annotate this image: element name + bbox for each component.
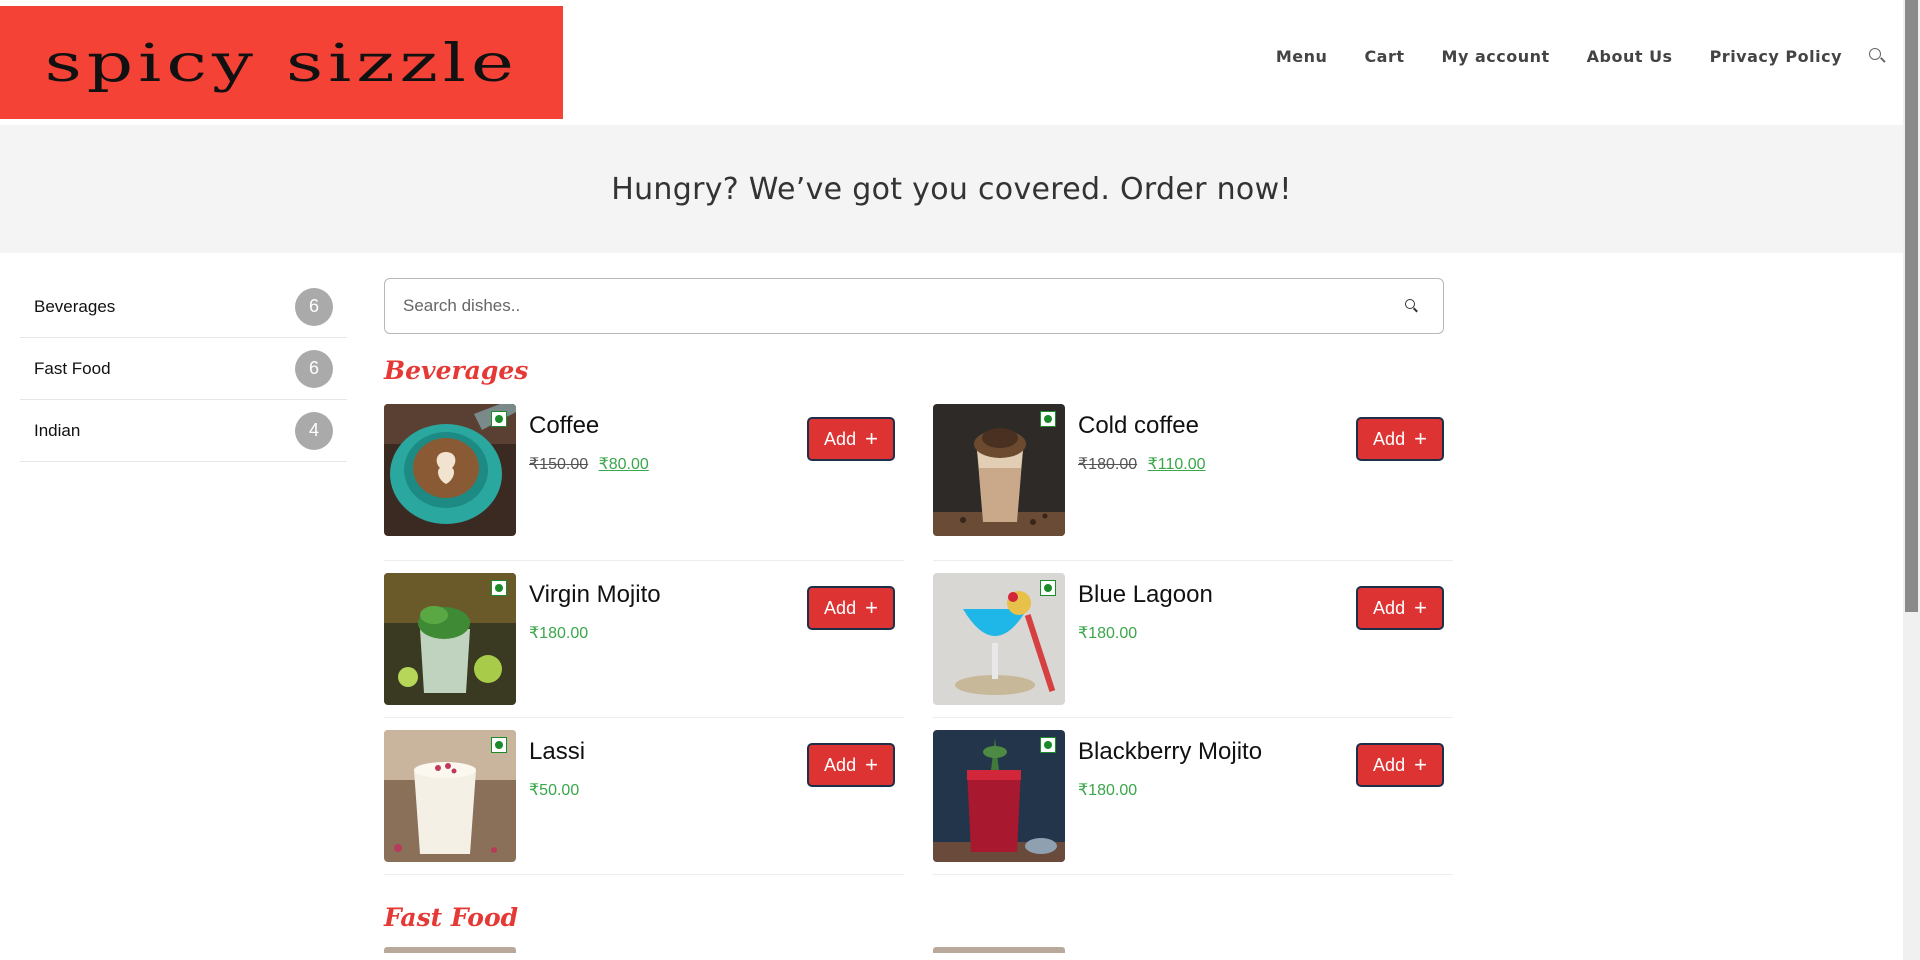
- nav-privacy-policy[interactable]: Privacy Policy: [1710, 47, 1842, 66]
- add-to-cart-button[interactable]: Add +: [807, 586, 895, 630]
- veg-indicator-icon: [1040, 580, 1056, 596]
- scrollbar-thumb[interactable]: [1905, 0, 1918, 612]
- category-count-badge: 6: [295, 349, 333, 388]
- add-to-cart-button[interactable]: Add +: [1356, 586, 1444, 630]
- plus-icon: +: [865, 426, 878, 451]
- add-button-label: Add: [824, 754, 857, 775]
- search-icon[interactable]: [1869, 47, 1887, 66]
- dish-name[interactable]: Blackberry Mojito: [1078, 738, 1262, 766]
- price: ₹180.00: [1078, 782, 1138, 799]
- logo[interactable]: spicy sizzle: [0, 6, 563, 119]
- dish-image-partial: [933, 947, 1065, 953]
- dish-price: ₹50.00: [529, 780, 579, 800]
- fast-food-preview: [384, 947, 1444, 953]
- dish-card: Cold coffee ₹180.00 ₹110.00 Add +: [933, 404, 1453, 561]
- hero-text: Hungry? We’ve got you covered. Order now…: [611, 171, 1292, 207]
- plus-icon: +: [1414, 595, 1427, 620]
- dish-card: Coffee ₹150.00 ₹80.00 Add +: [384, 404, 904, 561]
- dish-image-lassi[interactable]: [384, 730, 516, 862]
- category-sidebar: Beverages 6 Fast Food 6 Indian 4: [20, 276, 347, 462]
- price: ₹50.00: [529, 782, 580, 799]
- dish-name[interactable]: Cold coffee: [1078, 412, 1199, 440]
- dish-image-coffee[interactable]: [384, 404, 516, 536]
- page: spicy sizzle Menu Cart My account About …: [0, 0, 1920, 960]
- dish-image-virgin-mojito[interactable]: [384, 573, 516, 705]
- category-label: Beverages: [34, 296, 116, 316]
- dish-card: Lassi ₹50.00 Add +: [384, 718, 904, 875]
- veg-indicator-icon: [491, 580, 507, 596]
- search-icon[interactable]: [1405, 299, 1419, 313]
- site-header: spicy sizzle Menu Cart My account About …: [0, 0, 1903, 125]
- page-scrollbar[interactable]: [1903, 0, 1920, 960]
- dish-image-blackberry-mojito[interactable]: [933, 730, 1065, 862]
- dish-name[interactable]: Virgin Mojito: [529, 581, 661, 609]
- dish-price: ₹180.00: [1078, 623, 1137, 643]
- dish-image-blue-lagoon[interactable]: [933, 573, 1065, 705]
- menu-content: Beverages Coffee: [384, 278, 1453, 953]
- add-to-cart-button[interactable]: Add +: [807, 417, 895, 461]
- add-button-label: Add: [1373, 754, 1406, 775]
- category-count-badge: 4: [295, 411, 333, 450]
- plus-icon: +: [1414, 426, 1427, 451]
- nav-cart[interactable]: Cart: [1364, 47, 1404, 66]
- price: ₹180.00: [529, 625, 589, 642]
- plus-icon: +: [865, 595, 878, 620]
- category-count-badge: 6: [295, 287, 333, 326]
- category-fast-food[interactable]: Fast Food 6: [20, 338, 347, 400]
- dish-card: Blackberry Mojito ₹180.00 Add +: [933, 718, 1453, 875]
- nav-menu[interactable]: Menu: [1276, 47, 1328, 66]
- add-button-label: Add: [824, 428, 857, 449]
- dish-name[interactable]: Blue Lagoon: [1078, 581, 1213, 609]
- main-nav: Menu Cart My account About Us Privacy Po…: [1239, 47, 1887, 66]
- hero-banner: Hungry? We’ve got you covered. Order now…: [0, 125, 1903, 253]
- veg-indicator-icon: [491, 737, 507, 753]
- dish-image-partial: [384, 947, 516, 953]
- dish-price: ₹180.00 ₹110.00: [1078, 454, 1206, 474]
- sale-price: ₹80.00: [598, 456, 649, 473]
- search-input[interactable]: [403, 279, 1363, 333]
- sale-price: ₹110.00: [1147, 456, 1206, 473]
- category-indian[interactable]: Indian 4: [20, 400, 347, 462]
- category-label: Indian: [34, 420, 81, 440]
- dish-price: ₹180.00: [529, 623, 588, 643]
- dish-card: Virgin Mojito ₹180.00 Add +: [384, 561, 904, 718]
- category-label: Fast Food: [34, 358, 111, 378]
- add-button-label: Add: [1373, 428, 1406, 449]
- plus-icon: +: [1414, 752, 1427, 777]
- price: ₹180.00: [1078, 625, 1138, 642]
- nav-about-us[interactable]: About Us: [1587, 47, 1673, 66]
- dish-card: Blue Lagoon ₹180.00 Add +: [933, 561, 1453, 718]
- original-price: ₹180.00: [1078, 456, 1138, 473]
- dish-name[interactable]: Lassi: [529, 738, 585, 766]
- add-button-label: Add: [1373, 597, 1406, 618]
- nav-my-account[interactable]: My account: [1442, 47, 1550, 66]
- category-beverages[interactable]: Beverages 6: [20, 276, 347, 338]
- add-to-cart-button[interactable]: Add +: [1356, 417, 1444, 461]
- section-title-fast-food: Fast Food: [384, 903, 519, 932]
- dish-search: [384, 278, 1444, 334]
- veg-indicator-icon: [1040, 411, 1056, 427]
- veg-indicator-icon: [491, 411, 507, 427]
- section-title-beverages: Beverages: [384, 356, 529, 385]
- dish-grid: Coffee ₹150.00 ₹80.00 Add + Cold coffee …: [384, 404, 1453, 875]
- logo-text: spicy sizzle: [44, 31, 519, 94]
- dish-price: ₹150.00 ₹80.00: [529, 454, 649, 474]
- dish-price: ₹180.00: [1078, 780, 1137, 800]
- dish-image-cold-coffee[interactable]: [933, 404, 1065, 536]
- plus-icon: +: [865, 752, 878, 777]
- add-to-cart-button[interactable]: Add +: [1356, 743, 1444, 787]
- add-button-label: Add: [824, 597, 857, 618]
- add-to-cart-button[interactable]: Add +: [807, 743, 895, 787]
- dish-name[interactable]: Coffee: [529, 412, 599, 440]
- original-price: ₹150.00: [529, 456, 589, 473]
- veg-indicator-icon: [1040, 737, 1056, 753]
